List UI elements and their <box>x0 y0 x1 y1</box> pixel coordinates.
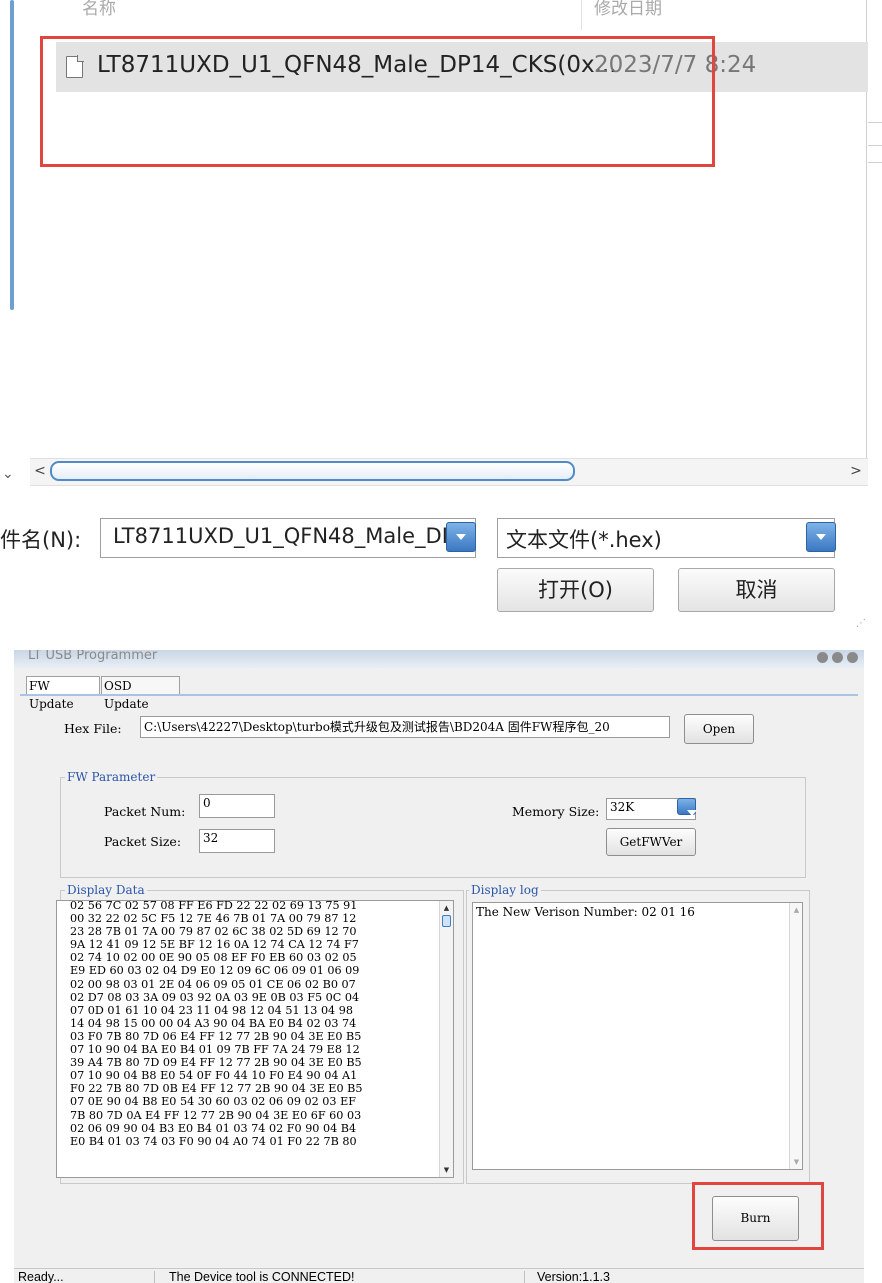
hex-data-line: 00 32 22 02 5C F5 12 7E 46 7B 01 7A 00 7… <box>70 912 357 926</box>
display-data-scrollbar[interactable]: ▲ ▼ <box>439 901 453 1177</box>
display-log-scrollbar[interactable]: ▲ ▼ <box>789 903 802 1169</box>
packet-size-input[interactable]: 32 <box>199 829 275 853</box>
filetype-dropdown-chevron-down-icon[interactable] <box>806 522 836 552</box>
display-log-title: Display log <box>469 883 541 897</box>
highlight-box-file <box>40 36 715 167</box>
display-log-text: The New Verison Number: 02 01 16 <box>476 905 695 919</box>
window-title: LT USB Programmer <box>28 650 158 663</box>
memory-size-chevron-down-icon[interactable] <box>677 798 697 816</box>
column-header-date[interactable]: 修改日期 <box>594 0 662 19</box>
scroll-up-arrow-icon[interactable]: ▲ <box>440 901 453 915</box>
filename-label: 件名(N): <box>0 528 82 552</box>
divider <box>868 122 882 123</box>
corner-arrow-icon: ⌄ <box>2 466 14 482</box>
open-hex-button[interactable]: Open <box>684 714 754 744</box>
hex-data-line: 07 10 90 04 BA E0 B4 01 09 7B FF 7A 24 7… <box>70 1043 360 1057</box>
hex-data-line: 07 0D 01 61 10 04 23 11 04 98 12 04 51 1… <box>70 1003 353 1017</box>
filetype-value: 文本文件(*.hex) <box>506 528 662 552</box>
usb-programmer-window: LT USB Programmer FW Update OSD Update H… <box>14 650 864 1283</box>
memory-size-label: Memory Size: <box>512 804 600 819</box>
filename-input[interactable]: LT8711UXD_U1_QFN48_Male_DI <box>100 518 476 558</box>
hex-data-line: 02 06 09 90 04 B3 E0 B4 01 03 74 02 F0 9… <box>70 1121 357 1135</box>
open-button[interactable]: 打开(O) <box>497 568 654 612</box>
scroll-right-arrow-icon[interactable]: > <box>846 458 866 484</box>
highlight-box-burn <box>692 1182 824 1250</box>
display-data-textarea[interactable]: 02 56 7C 02 57 08 FF E6 FD 22 22 02 69 1… <box>56 900 454 1178</box>
hex-data-line: E9 ED 60 03 02 04 D9 E0 12 09 6C 06 09 0… <box>70 964 360 978</box>
status-version: Version:1.1.3 <box>537 1270 610 1283</box>
divider <box>868 145 882 146</box>
tab-osd-update[interactable]: OSD Update <box>101 676 180 711</box>
display-data-title: Display Data <box>65 883 147 897</box>
cancel-button[interactable]: 取消 <box>678 568 835 612</box>
status-ready: Ready... <box>18 1270 64 1283</box>
hex-data-line: 02 D7 08 03 3A 09 03 92 0A 03 9E 0B 03 F… <box>70 990 360 1004</box>
vertical-scrollbar-thumb[interactable] <box>10 0 14 310</box>
resize-grip-icon[interactable]: ⋰ <box>856 618 866 629</box>
title-bar: LT USB Programmer <box>14 650 864 668</box>
hex-data-line: 23 28 7B 01 7A 00 79 87 02 6C 38 02 5D 6… <box>70 925 357 939</box>
hex-data-line: 02 74 10 02 00 0E 90 05 08 EF F0 EB 60 0… <box>70 951 357 965</box>
packet-size-label: Packet Size: <box>104 834 182 849</box>
tab-divider <box>20 694 858 696</box>
file-open-dialog: 名称 修改日期 LT8711UXD_U1_QFN48_Male_DP14_CKS… <box>0 0 882 636</box>
filename-dropdown-chevron-down-icon[interactable] <box>446 522 476 552</box>
scroll-up-arrow-icon[interactable]: ▲ <box>790 903 802 917</box>
hex-data-line: F0 22 7B 80 7D 0B E4 FF 12 77 2B 90 04 3… <box>70 1082 363 1096</box>
scroll-down-arrow-icon[interactable]: ▼ <box>440 1163 453 1177</box>
tab-fw-update[interactable]: FW Update <box>26 676 100 711</box>
hex-data-line: 14 04 98 15 00 00 04 A3 90 04 BA E0 B4 0… <box>70 1016 357 1030</box>
column-separator <box>581 0 582 30</box>
hex-data-line: 02 00 98 03 01 2E 04 06 09 05 01 CE 06 0… <box>70 977 356 991</box>
scroll-down-arrow-icon[interactable]: ▼ <box>790 1155 802 1169</box>
packet-num-label: Packet Num: <box>104 804 186 819</box>
status-separator <box>154 1271 155 1283</box>
hex-data-line: E0 B4 01 03 74 03 F0 90 04 A0 74 01 F0 2… <box>70 1134 357 1148</box>
scroll-left-arrow-icon[interactable]: < <box>30 458 50 484</box>
status-connection: The Device tool is CONNECTED! <box>169 1270 355 1283</box>
status-bar: Ready... The Device tool is CONNECTED! V… <box>14 1268 864 1283</box>
hex-data-line: 03 F0 7B 80 7D 06 E4 FF 12 77 2B 90 04 3… <box>70 1029 362 1043</box>
display-log-textarea[interactable]: The New Verison Number: 02 01 16 ▲ ▼ <box>472 902 803 1170</box>
filename-value: LT8711UXD_U1_QFN48_Male_DI <box>113 524 448 548</box>
packet-num-input[interactable]: 0 <box>199 794 275 818</box>
status-separator <box>524 1271 525 1283</box>
hex-data-line: 07 0E 90 04 B8 E0 54 30 60 03 02 06 09 0… <box>70 1095 357 1109</box>
close-icon[interactable] <box>847 652 858 663</box>
horizontal-scrollbar-thumb[interactable] <box>50 461 575 481</box>
hex-data-line: 07 10 90 04 B8 E0 54 0F F0 44 10 F0 E4 9… <box>70 1069 358 1083</box>
filetype-select[interactable]: 文本文件(*.hex) <box>497 518 835 558</box>
divider <box>868 162 882 163</box>
getfwver-button[interactable]: GetFWVer <box>606 828 696 856</box>
hex-data-line: 7B 80 7D 0A E4 FF 12 77 2B 90 04 3E E0 6… <box>70 1108 362 1122</box>
column-header-name[interactable]: 名称 <box>82 0 116 19</box>
hex-file-label: Hex File: <box>64 721 122 736</box>
minimize-icon[interactable] <box>817 652 828 663</box>
hex-data-lines: 02 56 7C 02 57 08 FF E6 FD 22 22 02 69 1… <box>70 900 363 1148</box>
display-data-scroll-thumb[interactable] <box>442 915 451 927</box>
hex-file-path-input[interactable]: C:\Users\42227\Desktop\turbo模式升级包及测试报告\B… <box>140 716 670 738</box>
hex-data-line: 9A 12 41 09 12 5E BF 12 16 0A 12 74 CA 1… <box>70 938 359 952</box>
fw-parameter-title: FW Parameter <box>65 770 158 784</box>
hex-data-line: 02 56 7C 02 57 08 FF E6 FD 22 22 02 69 1… <box>70 900 358 912</box>
hex-data-line: 39 A4 7B 80 7D 09 E4 FF 12 77 2B 90 04 3… <box>70 1056 362 1070</box>
maximize-icon[interactable] <box>832 652 843 663</box>
